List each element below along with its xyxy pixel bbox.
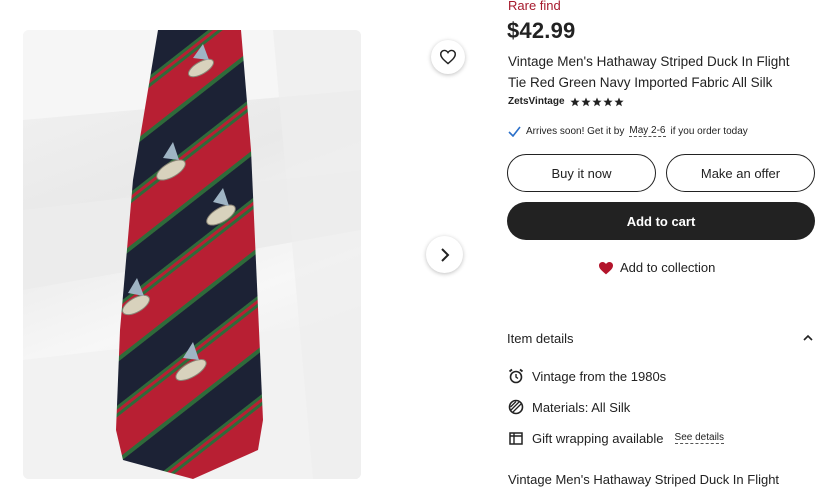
- chevron-right-icon: [440, 247, 449, 262]
- price: $42.99: [507, 18, 576, 43]
- add-to-collection-label: Add to collection: [620, 260, 716, 275]
- add-to-collection-button[interactable]: Add to collection: [598, 260, 715, 275]
- chevron-up-icon: [803, 334, 813, 341]
- alarm-clock-icon: [508, 368, 524, 384]
- delivery-dates[interactable]: May 2-6: [629, 125, 666, 137]
- heart-filled-icon: [599, 261, 613, 274]
- shop-name-link[interactable]: ZetsVintage: [508, 96, 565, 107]
- delivery-prefix: Arrives soon! Get it by: [526, 125, 625, 137]
- star-icon: [569, 97, 580, 106]
- detail-row-gift-wrap: Gift wrapping available See details: [508, 430, 725, 446]
- detail-text: Vintage from the 1980s: [532, 368, 667, 384]
- tie-photo: [23, 30, 361, 479]
- detail-text: Materials: All Silk: [532, 399, 631, 415]
- heart-outline-icon: [439, 49, 457, 65]
- item-details-heading: Item details: [507, 330, 574, 346]
- detail-row-materials: Materials: All Silk: [508, 399, 630, 415]
- listing-title: Vintage Men's Hathaway Striped Duck In F…: [508, 54, 790, 90]
- shop-rating: [569, 97, 624, 107]
- checkmark-icon: [508, 126, 521, 137]
- star-icon: [613, 97, 624, 106]
- item-details-toggle[interactable]: Item details: [507, 328, 813, 348]
- shop-info: ZetsVintage: [508, 96, 624, 107]
- star-icon: [591, 97, 602, 106]
- delivery-suffix: if you order today: [670, 125, 748, 137]
- add-to-cart-button[interactable]: Add to cart: [507, 202, 815, 240]
- make-offer-button[interactable]: Make an offer: [666, 154, 815, 192]
- delivery-estimate: Arrives soon! Get it by May 2-6 if you o…: [508, 125, 748, 137]
- star-icon: [580, 97, 591, 106]
- see-details-link[interactable]: See details: [674, 432, 725, 444]
- description-preview: Vintage Men's Hathaway Striped Duck In F…: [508, 472, 780, 487]
- materials-icon: [508, 399, 524, 415]
- rare-find-badge: Rare find: [508, 0, 561, 13]
- favorite-button[interactable]: [431, 40, 465, 74]
- star-icon: [602, 97, 613, 106]
- detail-row-vintage: Vintage from the 1980s: [508, 368, 666, 384]
- product-image[interactable]: [23, 30, 361, 479]
- next-image-button[interactable]: [426, 236, 463, 273]
- gift-wrap-icon: [509, 432, 523, 445]
- detail-text: Gift wrapping available: [532, 430, 664, 446]
- buy-it-now-button[interactable]: Buy it now: [507, 154, 656, 192]
